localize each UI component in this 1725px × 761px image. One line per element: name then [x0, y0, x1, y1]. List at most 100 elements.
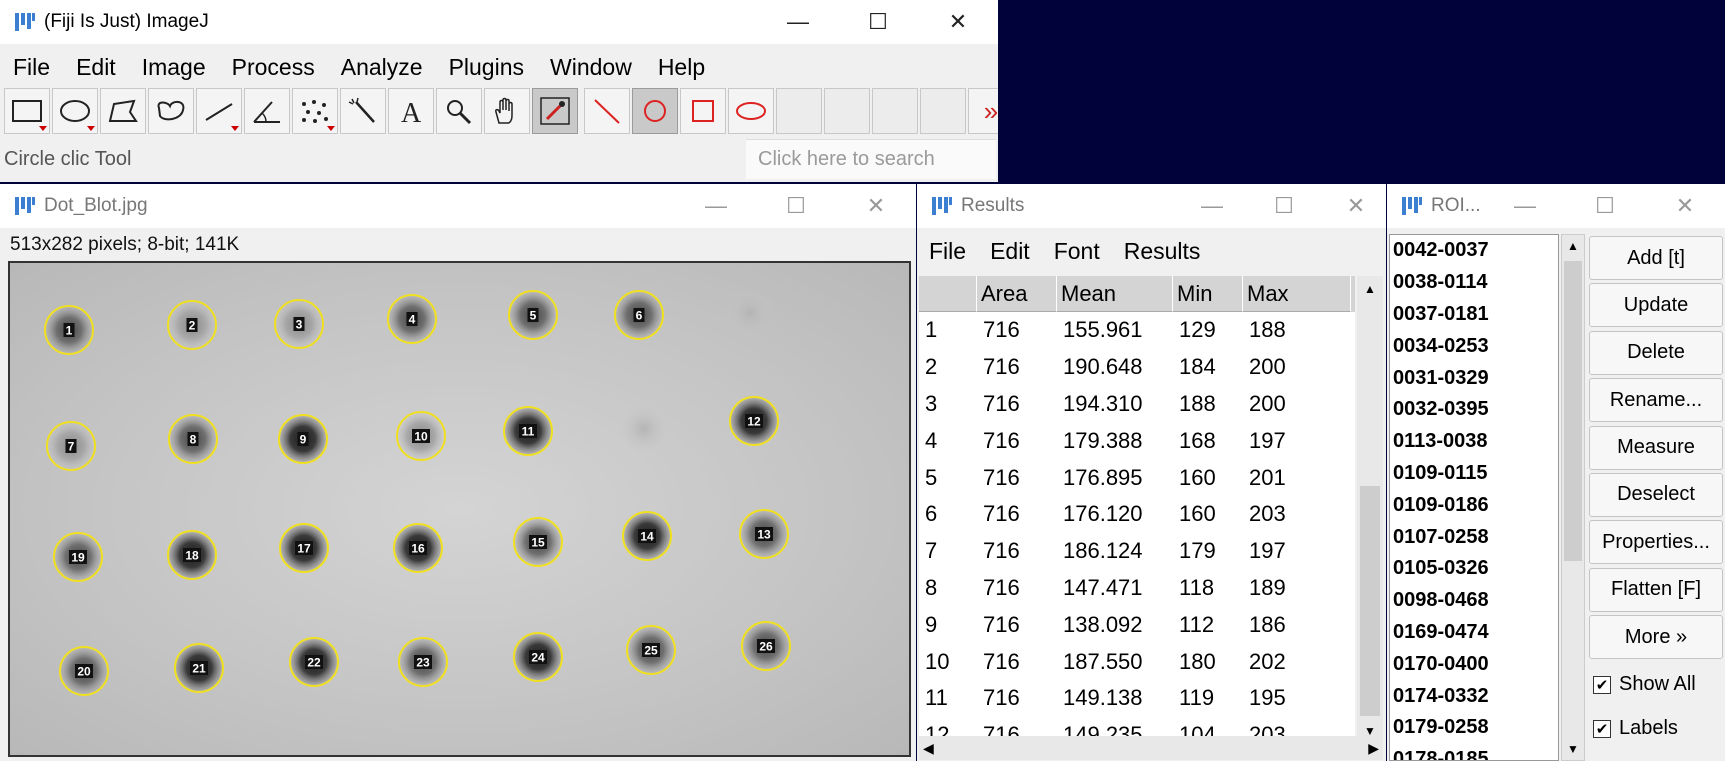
results-row[interactable]: 2 716 190.648 184 200 [919, 349, 1355, 386]
column-header-max[interactable]: Max [1243, 276, 1351, 312]
roi-circle[interactable]: 24 [513, 632, 563, 682]
results-row[interactable]: 3 716 194.310 188 200 [919, 386, 1355, 423]
roi-list-item[interactable]: 0034-0253 [1390, 330, 1558, 362]
roi-circle[interactable]: 6 [614, 290, 664, 340]
results-vertical-scrollbar[interactable]: ▲ ▼ [1357, 276, 1383, 742]
roi-circle[interactable]: 11 [503, 406, 553, 456]
text-tool[interactable]: A [388, 88, 434, 134]
results-menu-font[interactable]: Font [1042, 238, 1112, 265]
deselect-button[interactable]: Deselect [1589, 472, 1723, 517]
properties-button[interactable]: Properties... [1589, 520, 1723, 565]
results-row[interactable]: 10 716 187.550 180 202 [919, 643, 1355, 680]
measure-button[interactable]: Measure [1589, 425, 1723, 470]
results-row[interactable]: 8 716 147.471 118 189 [919, 570, 1355, 607]
menu-edit[interactable]: Edit [63, 54, 129, 81]
roi-circle[interactable]: 17 [279, 523, 329, 573]
roi-list-item[interactable]: 0169-0474 [1390, 617, 1558, 649]
roi-list-item[interactable]: 0178-0185 [1390, 744, 1558, 760]
roi-title-bar[interactable]: ROI... — ☐ ✕ [1387, 184, 1725, 228]
scroll-left-icon[interactable]: ◀ [923, 740, 934, 757]
menu-window[interactable]: Window [537, 54, 645, 81]
roi-list-item[interactable]: 0037-0181 [1390, 299, 1558, 331]
roi-list-item[interactable]: 0170-0400 [1390, 648, 1558, 680]
roi-circle[interactable]: 3 [274, 299, 324, 349]
roi-circle[interactable]: 13 [739, 509, 789, 559]
magnifying-tool[interactable] [436, 88, 482, 134]
more-tools-button[interactable]: » [968, 88, 998, 134]
scroll-right-icon[interactable]: ▶ [1368, 740, 1379, 757]
roi-circle[interactable]: 19 [53, 532, 103, 582]
menu-analyze[interactable]: Analyze [328, 54, 436, 81]
column-header-mean[interactable]: Mean [1057, 276, 1173, 312]
close-button[interactable]: ✕ [918, 0, 998, 44]
dot-blot-canvas[interactable]: 1 2 3 4 5 67 8 9 10 11121314151617181920 21 22 23 24 2… [10, 263, 909, 755]
line-tool[interactable] [196, 88, 242, 134]
results-row[interactable]: 5 716 176.895 160 201 [919, 459, 1355, 496]
maximize-button[interactable]: ☐ [1248, 184, 1320, 228]
close-button[interactable]: ✕ [1320, 184, 1386, 228]
menu-image[interactable]: Image [129, 54, 219, 81]
rename-button[interactable]: Rename... [1589, 378, 1723, 423]
wand-tool[interactable] [340, 88, 386, 134]
results-row[interactable]: 1 716 155.961 129 188 [919, 312, 1355, 349]
roi-circle[interactable]: 20 [59, 646, 109, 696]
maximize-button[interactable]: ☐ [756, 184, 836, 228]
maximize-button[interactable]: ☐ [838, 0, 918, 44]
rectangle-tool[interactable] [4, 88, 50, 134]
results-row[interactable]: 7 716 186.124 179 197 [919, 533, 1355, 570]
angle-tool[interactable] [244, 88, 290, 134]
scrolling-tool[interactable] [484, 88, 530, 134]
results-menu-results[interactable]: Results [1112, 238, 1213, 265]
results-table[interactable]: Area Mean Min Max 1 716 155.961 129 188 2 716 1… [919, 276, 1355, 742]
roi-circle[interactable]: 7 [46, 421, 96, 471]
column-header-index[interactable] [919, 276, 977, 312]
results-row[interactable]: 6 716 176.120 160 203 [919, 496, 1355, 533]
scroll-up-icon[interactable]: ▲ [1562, 235, 1584, 253]
menu-plugins[interactable]: Plugins [436, 54, 537, 81]
labels-checkbox[interactable]: ✔ Labels [1589, 707, 1723, 751]
oval-tool[interactable] [52, 88, 98, 134]
results-row[interactable]: 4 716 179.388 168 197 [919, 422, 1355, 459]
roi-list-item[interactable]: 0109-0186 [1390, 489, 1558, 521]
roi-list-item[interactable]: 0031-0329 [1390, 362, 1558, 394]
flatten-button[interactable]: Flatten [F] [1589, 567, 1723, 612]
scroll-thumb[interactable] [1564, 261, 1582, 561]
image-title-bar[interactable]: Dot_Blot.jpg — ☐ ✕ [0, 184, 916, 228]
search-input[interactable]: Click here to search [746, 139, 996, 179]
roi-circle[interactable]: 9 [278, 414, 328, 464]
more-button[interactable]: More » [1589, 615, 1723, 660]
rectangle-clic-tool[interactable] [680, 88, 726, 134]
roi-list-item[interactable]: 0038-0114 [1390, 267, 1558, 299]
roi-circle[interactable]: 26 [741, 621, 791, 671]
color-picker-tool[interactable] [532, 88, 578, 134]
dot-blot-image[interactable]: 1 2 3 4 5 6 7 8 9 10 11 12 13 14 15 16 17 18 19 20 21 22 23 24 2… [8, 261, 911, 757]
results-menu-edit[interactable]: Edit [978, 238, 1042, 265]
results-horizontal-scrollbar[interactable]: ◀ ▶ [919, 736, 1383, 760]
roi-circle[interactable]: 10 [396, 411, 446, 461]
add-button[interactable]: Add [t] [1589, 236, 1723, 280]
roi-circle[interactable]: 22 [289, 637, 339, 687]
circle-clic-tool[interactable] [632, 88, 678, 134]
freehand-tool[interactable] [148, 88, 194, 134]
scroll-thumb[interactable] [1360, 486, 1380, 716]
minimize-button[interactable]: — [1176, 184, 1248, 228]
main-title-bar[interactable]: (Fiji Is Just) ImageJ — ☐ ✕ [0, 0, 998, 44]
menu-file[interactable]: File [0, 54, 63, 81]
minimize-button[interactable]: — [1485, 184, 1565, 228]
close-button[interactable]: ✕ [1645, 184, 1725, 228]
minimize-button[interactable]: — [676, 184, 756, 228]
results-row[interactable]: 11 716 149.138 119 195 [919, 680, 1355, 717]
delete-button[interactable]: Delete [1589, 330, 1723, 375]
minimize-button[interactable]: — [758, 0, 838, 44]
polygon-tool[interactable] [100, 88, 146, 134]
roi-circle[interactable]: 18 [167, 530, 217, 580]
ellipse-clic-tool[interactable] [728, 88, 774, 134]
roi-circle[interactable]: 2 [167, 300, 217, 350]
roi-list[interactable]: 0042-0037 0038-0114 0037-0181 0034-0253 0031… [1389, 234, 1559, 761]
roi-list-item[interactable]: 0105-0326 [1390, 553, 1558, 585]
empty-tool-slot[interactable] [920, 88, 966, 134]
roi-list-item[interactable]: 0179-0258 [1390, 712, 1558, 744]
roi-circle[interactable]: 15 [513, 517, 563, 567]
roi-circle[interactable]: 4 [387, 294, 437, 344]
close-button[interactable]: ✕ [836, 184, 916, 228]
